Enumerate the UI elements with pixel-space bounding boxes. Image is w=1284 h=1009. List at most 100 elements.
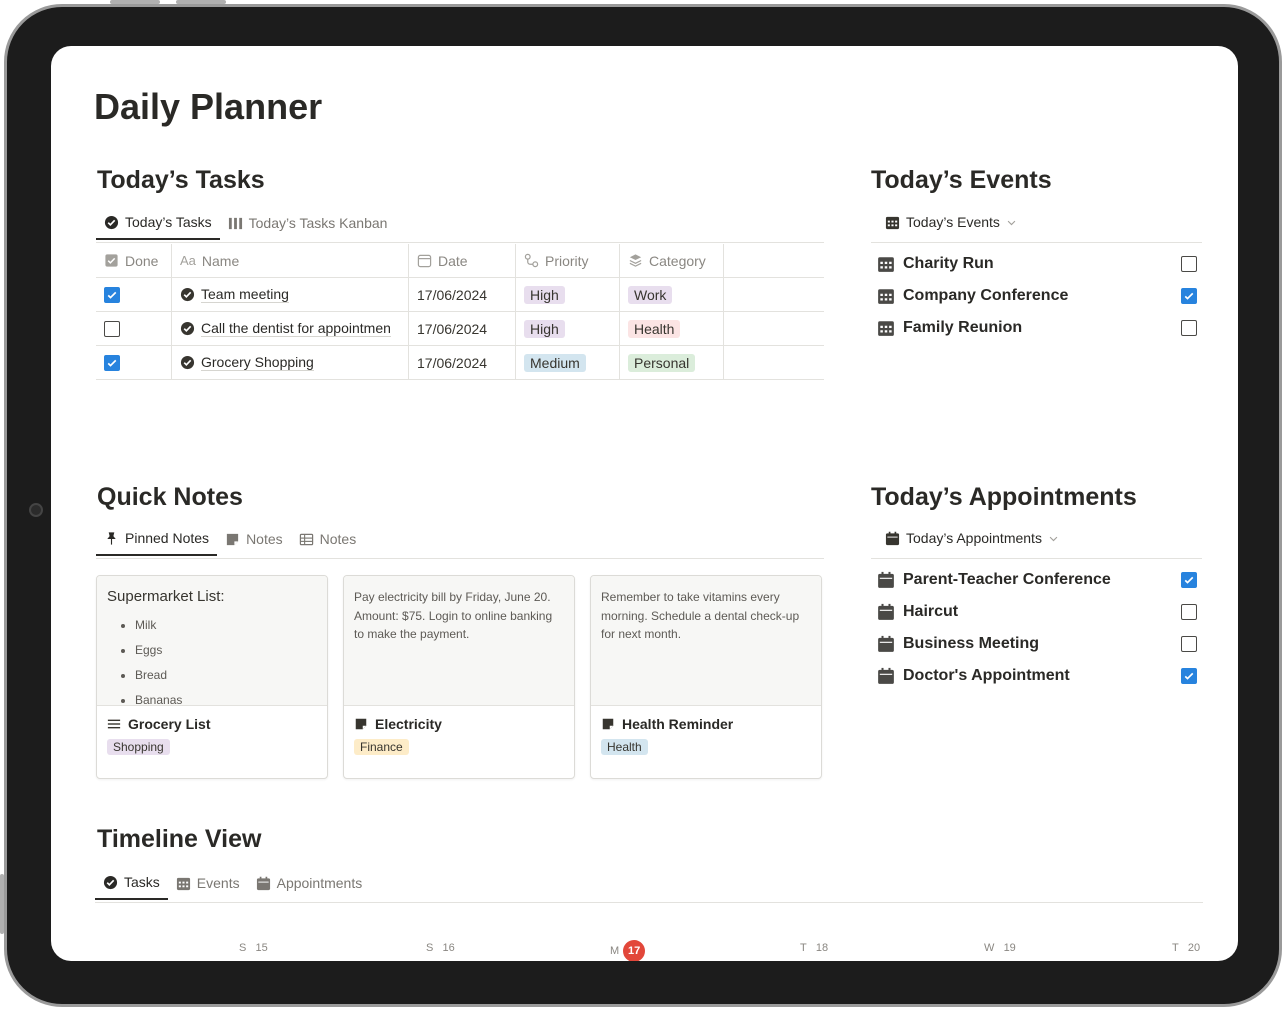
appointment-checkbox[interactable]: [1181, 668, 1197, 684]
tab-todays-tasks[interactable]: Today’s Tasks: [96, 206, 220, 240]
list-item: Bananas: [135, 688, 317, 706]
event-checkbox[interactable]: [1181, 288, 1197, 304]
name-cell[interactable]: Grocery Shopping: [172, 346, 409, 379]
table-header-row: Done Aa Name Date Priority Category: [96, 244, 824, 278]
event-item[interactable]: Company Conference: [877, 280, 1197, 312]
appointment-label: Doctor's Appointment: [903, 667, 1070, 684]
note-preview: Pay electricity bill by Friday, June 20.…: [344, 576, 574, 706]
status-icon: [524, 253, 539, 268]
note-icon: [226, 533, 239, 545]
category-tag: Work: [628, 285, 673, 304]
column-label: Name: [201, 252, 240, 269]
event-item[interactable]: Charity Run: [877, 248, 1197, 280]
pin-icon: [107, 531, 116, 545]
tab-timeline-appointments[interactable]: Appointments: [248, 866, 371, 900]
column-header-category[interactable]: Category: [620, 244, 724, 277]
date-cell[interactable]: 17/06/2024: [409, 346, 516, 379]
priority-cell[interactable]: High: [516, 312, 620, 345]
note-title: Electricity: [344, 706, 574, 738]
check-circle-icon: [103, 875, 118, 889]
day-of-week: T: [800, 942, 807, 954]
calendar-icon: [878, 321, 894, 336]
empty-cell: [724, 278, 824, 311]
note-tag: Shopping: [107, 739, 170, 755]
date-cell[interactable]: 17/06/2024: [409, 312, 516, 345]
tab-timeline-tasks[interactable]: Tasks: [95, 866, 168, 900]
front-camera: [29, 503, 43, 517]
category-cell[interactable]: Health: [620, 312, 724, 345]
priority-cell[interactable]: Medium: [516, 346, 620, 379]
task-name[interactable]: Call the dentist for appointmen: [201, 320, 391, 337]
appointments-view-selector[interactable]: Today’s Appointments: [885, 530, 1059, 546]
list-item: Eggs: [135, 638, 317, 663]
done-checkbox[interactable]: [104, 354, 120, 371]
list-item: Milk: [135, 613, 317, 638]
tab-pinned-notes[interactable]: Pinned Notes: [96, 522, 218, 556]
tab-notes-table[interactable]: Notes: [291, 522, 365, 556]
column-header-date[interactable]: Date: [409, 244, 516, 277]
events-view-selector[interactable]: Today’s Events: [885, 214, 1017, 230]
name-cell[interactable]: Team meeting: [172, 278, 409, 311]
event-checkbox[interactable]: [1181, 256, 1197, 272]
task-name[interactable]: Grocery Shopping: [201, 354, 314, 371]
screen: Daily Planner Today’s Tasks Today’s Task…: [51, 46, 1238, 961]
table-row[interactable]: Call the dentist for appointmen 17/06/20…: [96, 312, 824, 346]
category-cell[interactable]: Personal: [620, 346, 724, 379]
calendar-icon: [885, 216, 900, 229]
timeline-day: T 18: [800, 942, 828, 954]
tab-label: Pinned Notes: [125, 530, 210, 546]
priority-tag: High: [524, 285, 565, 304]
timeline-day: T 20: [1172, 942, 1200, 954]
done-checkbox[interactable]: [104, 320, 120, 337]
done-checkbox[interactable]: [104, 286, 120, 303]
event-checkbox[interactable]: [1181, 320, 1197, 336]
event-label: Family Reunion: [903, 319, 1023, 336]
event-label: Charity Run: [903, 255, 994, 272]
card-title-label: Electricity: [375, 716, 442, 732]
note-title: Health Reminder: [591, 706, 821, 738]
column-header-done[interactable]: Done: [96, 244, 172, 277]
check-circle-icon: [180, 355, 195, 370]
event-item[interactable]: Family Reunion: [877, 312, 1197, 344]
note-card[interactable]: Supermarket List: Milk Eggs Bread Banana…: [96, 575, 328, 779]
tab-label: Notes: [246, 531, 283, 547]
appointment-item[interactable]: Haircut: [877, 596, 1197, 628]
column-header-priority[interactable]: Priority: [516, 244, 620, 277]
appointments-section-title: Today’s Appointments: [871, 483, 1137, 511]
tab-notes[interactable]: Notes: [217, 522, 291, 556]
today-marker: 17: [623, 940, 646, 961]
appointment-checkbox[interactable]: [1181, 604, 1197, 620]
category-cell[interactable]: Work: [620, 278, 724, 311]
date-cell[interactable]: 17/06/2024: [409, 278, 516, 311]
table-row[interactable]: Team meeting 17/06/2024 High Work: [96, 278, 824, 312]
check-circle-icon: [180, 287, 195, 302]
name-cell[interactable]: Call the dentist for appointmen: [172, 312, 409, 345]
task-name[interactable]: Team meeting: [201, 286, 289, 303]
appointment-checkbox[interactable]: [1181, 636, 1197, 652]
hardware-button: [176, 0, 226, 4]
appointment-item[interactable]: Doctor's Appointment: [877, 660, 1197, 692]
column-header-name[interactable]: Aa Name: [172, 244, 409, 277]
appointment-item[interactable]: Parent-Teacher Conference: [877, 564, 1197, 596]
timeline-day: S 16: [426, 942, 455, 954]
note-card[interactable]: Remember to take vitamins every morning.…: [590, 575, 822, 779]
appointment-calendar-icon: [878, 571, 894, 588]
preview-list: Milk Eggs Bread Bananas: [107, 613, 317, 706]
note-card[interactable]: Pay electricity bill by Friday, June 20.…: [343, 575, 575, 779]
table-row[interactable]: Grocery Shopping 17/06/2024 Medium Perso…: [96, 346, 824, 380]
tab-timeline-events[interactable]: Events: [168, 866, 248, 900]
empty-cell: [724, 312, 824, 345]
priority-cell[interactable]: High: [516, 278, 620, 311]
tasks-view-tabs: Today’s Tasks Today’s Tasks Kanban: [96, 206, 395, 242]
tab-tasks-kanban[interactable]: Today’s Tasks Kanban: [220, 206, 396, 240]
day-number: 15: [255, 942, 268, 954]
chevron-down-icon: [1049, 536, 1058, 541]
appointment-calendar-icon: [878, 635, 894, 652]
appointment-checkbox[interactable]: [1181, 572, 1197, 588]
appointment-item[interactable]: Business Meeting: [877, 628, 1197, 660]
tab-label: Events: [196, 875, 240, 891]
hardware-button: [0, 874, 4, 934]
timeline-section-title: Timeline View: [97, 825, 262, 853]
page-title: Daily Planner: [94, 86, 323, 127]
card-title-label: Grocery List: [128, 716, 211, 732]
